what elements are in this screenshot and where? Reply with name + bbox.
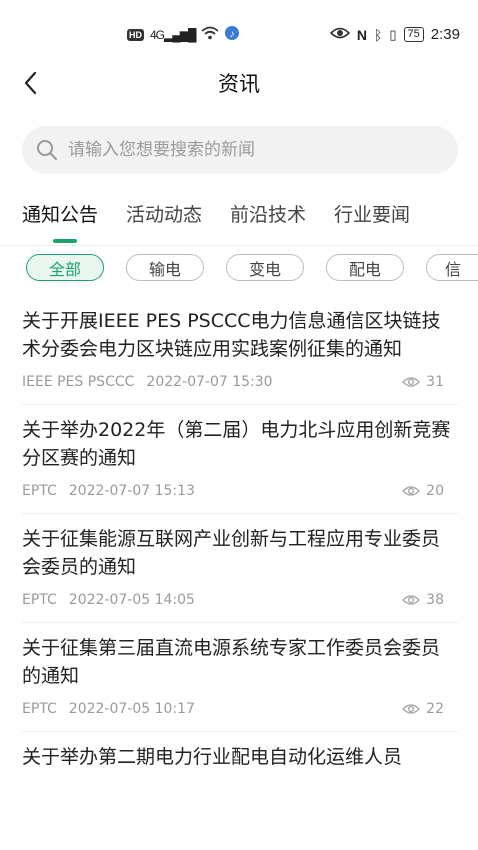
news-views: 31	[402, 374, 458, 390]
news-views: 22	[402, 701, 458, 717]
chip-info[interactable]: 信	[426, 254, 478, 281]
news-meta: EPTC 2022-07-05 10:17 22	[22, 701, 458, 717]
news-source: EPTC	[22, 592, 57, 608]
news-title: 关于举办第二期电力行业配电自动化运维人员	[22, 746, 403, 768]
news-date: 2022-07-05 14:05	[68, 592, 195, 608]
music-icon: ♪	[225, 26, 240, 44]
chevron-left-icon	[24, 71, 37, 95]
back-button[interactable]	[18, 68, 48, 98]
page-title: 资讯	[218, 72, 260, 96]
status-right: N ᛒ ▯ 75 2:39	[329, 26, 460, 43]
news-date: 2022-07-07 15:30	[146, 374, 273, 390]
news-date: 2022-07-05 10:17	[68, 701, 195, 717]
news-title: 关于征集能源互联网产业创新与工程应用专业委员会委员的通知	[22, 528, 441, 578]
eye-icon	[402, 486, 421, 496]
nfc-icon: N	[356, 26, 367, 43]
view-count: 31	[426, 374, 444, 390]
search-bar[interactable]	[22, 126, 458, 174]
view-count: 20	[426, 483, 444, 499]
news-item[interactable]: 关于举办2022年（第二届）电力北斗应用创新竞赛分区赛的通知 EPTC 2022…	[22, 405, 458, 514]
news-views: 38	[402, 592, 458, 608]
news-source: IEEE PES PSCCC	[22, 374, 135, 390]
view-count: 22	[426, 701, 444, 717]
eye-icon	[402, 595, 421, 605]
svg-text:♪: ♪	[230, 29, 235, 40]
eye-icon	[402, 704, 421, 714]
signal-icon: 4G▂▄▆█	[150, 28, 196, 42]
eye-icon	[329, 26, 350, 43]
news-item[interactable]: 关于征集第三届直流电源系统专家工作委员会委员的通知 EPTC 2022-07-0…	[22, 623, 458, 732]
eye-icon	[402, 377, 421, 387]
news-item[interactable]: 关于开展IEEE PES PSCCC电力信息通信区块链技术分委会电力区块链应用实…	[22, 296, 458, 405]
news-source: EPTC	[22, 701, 57, 717]
news-title: 关于开展IEEE PES PSCCC电力信息通信区块链技术分委会电力区块链应用实…	[22, 310, 441, 360]
wifi-icon	[201, 26, 220, 44]
top-bar: 资讯	[0, 58, 478, 108]
news-list: 关于开展IEEE PES PSCCC电力信息通信区块链技术分委会电力区块链应用实…	[22, 296, 458, 785]
vibrate-icon: ▯	[389, 26, 397, 42]
search-input[interactable]	[68, 140, 428, 160]
news-title: 关于征集第三届直流电源系统专家工作委员会委员的通知	[22, 637, 441, 687]
status-left: HD 4G▂▄▆█ ♪	[127, 26, 240, 44]
tab-announcements[interactable]: 通知公告	[22, 200, 98, 245]
chip-all[interactable]: 全部	[26, 254, 104, 281]
tab-industry-news[interactable]: 行业要闻	[334, 200, 410, 245]
news-meta: EPTC 2022-07-07 15:13 20	[22, 483, 458, 499]
category-tabs: 通知公告 活动动态 前沿技术 行业要闻	[0, 200, 478, 246]
bluetooth-icon: ᛒ	[373, 26, 383, 43]
search-icon	[37, 140, 57, 160]
tab-frontier-tech[interactable]: 前沿技术	[230, 200, 306, 245]
news-item[interactable]: 关于举办第二期电力行业配电自动化运维人员	[22, 732, 458, 785]
view-count: 38	[426, 592, 444, 608]
news-views: 20	[402, 483, 458, 499]
chip-transmission[interactable]: 输电	[126, 254, 204, 281]
status-time: 2:39	[430, 26, 460, 43]
battery-icon: 75	[403, 27, 424, 42]
tab-activities[interactable]: 活动动态	[126, 200, 202, 245]
news-title: 关于举办2022年（第二届）电力北斗应用创新竞赛分区赛的通知	[22, 419, 451, 469]
news-meta: EPTC 2022-07-05 14:05 38	[22, 592, 458, 608]
filter-chips: 全部 输电 变电 配电 信	[26, 254, 478, 282]
news-date: 2022-07-07 15:13	[68, 483, 195, 499]
chip-substation[interactable]: 变电	[226, 254, 304, 281]
news-item[interactable]: 关于征集能源互联网产业创新与工程应用专业委员会委员的通知 EPTC 2022-0…	[22, 514, 458, 623]
hd-icon: HD	[127, 29, 144, 41]
chip-distribution[interactable]: 配电	[326, 254, 404, 281]
news-source: EPTC	[22, 483, 57, 499]
news-meta: IEEE PES PSCCC 2022-07-07 15:30 31	[22, 374, 458, 390]
